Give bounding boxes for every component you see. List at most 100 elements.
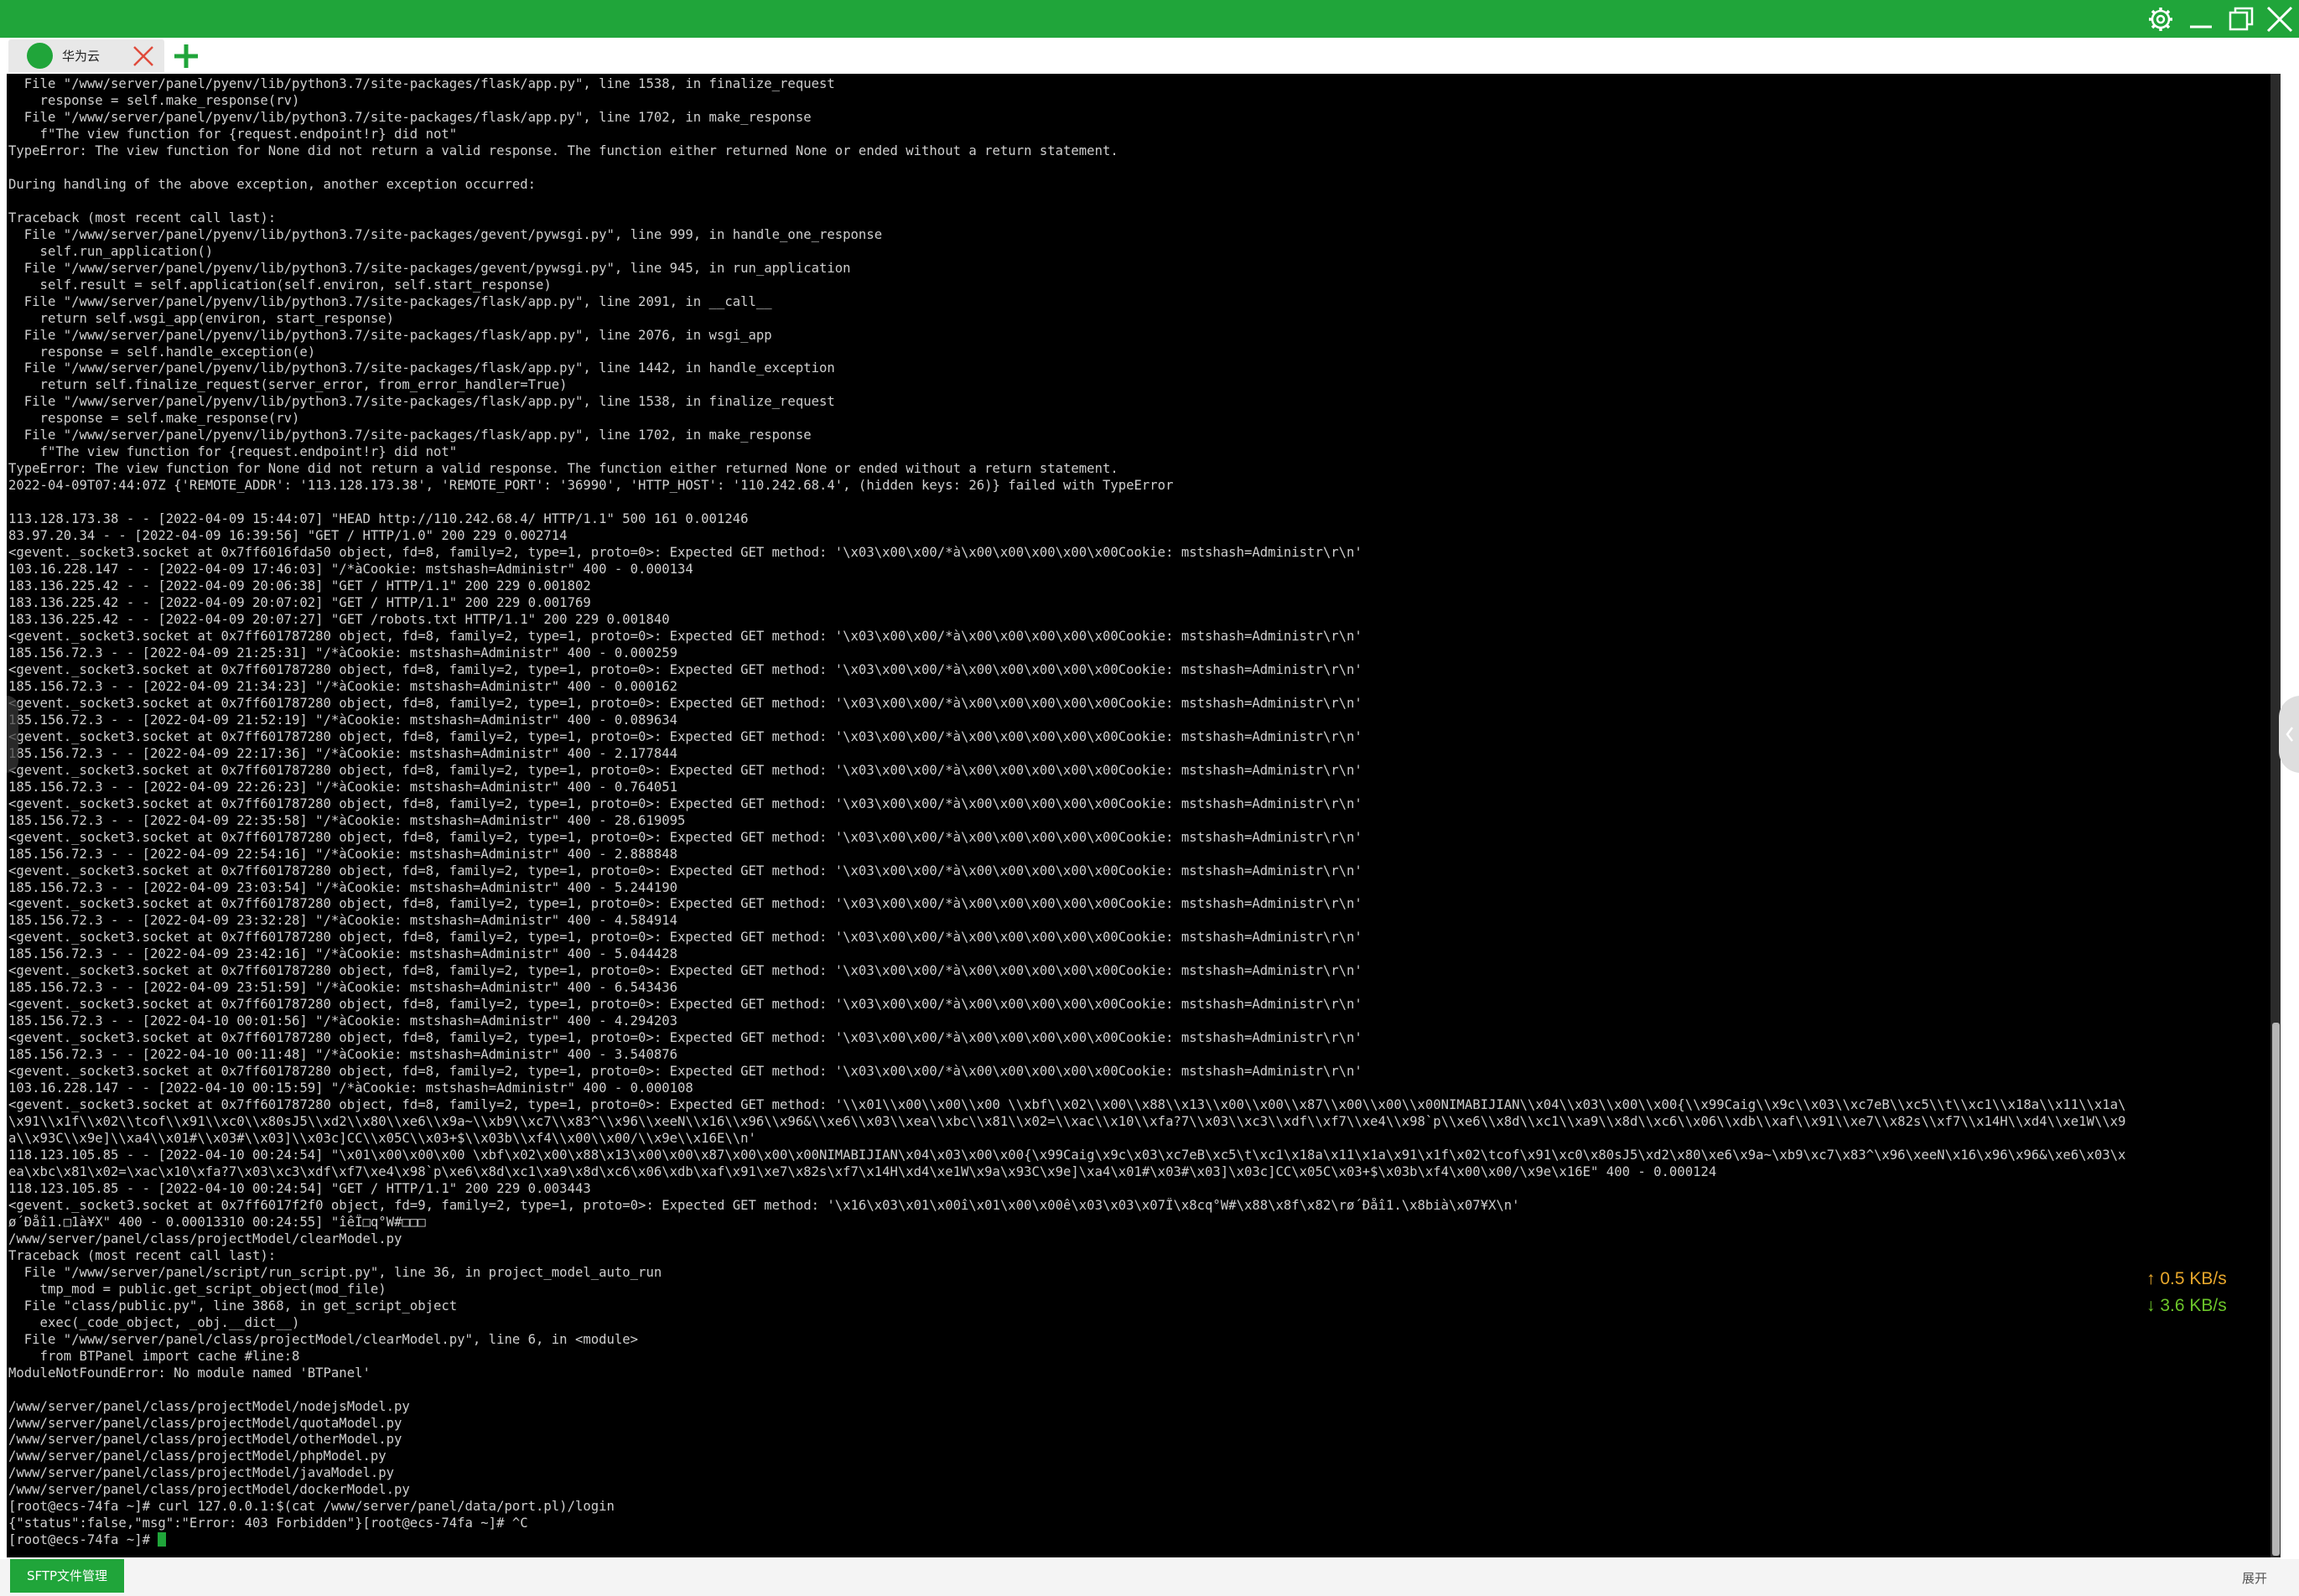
terminal-line: <gevent._socket3.socket at 0x7ff60178728…: [8, 1097, 2126, 1113]
terminal-line: 185.156.72.3 - - [2022-04-10 00:01:56] "…: [8, 1013, 677, 1029]
terminal-line: 185.156.72.3 - - [2022-04-10 00:11:48] "…: [8, 1047, 677, 1063]
terminal-line: 185.156.72.3 - - [2022-04-09 21:25:31] "…: [8, 645, 677, 661]
terminal-line: <gevent._socket3.socket at 0x7ff60178728…: [8, 628, 1362, 644]
terminal-line: <gevent._socket3.socket at 0x7ff60178728…: [8, 930, 1362, 946]
terminal-line: exec(_code_object, _obj.__dict__): [8, 1314, 300, 1330]
terminal-line: File "/www/server/panel/script/run_scrip…: [8, 1264, 662, 1280]
left-panel-toggle[interactable]: [7, 696, 18, 773]
arrow-up-icon: ↑: [2146, 1269, 2156, 1288]
minimize-icon[interactable]: [2187, 5, 2215, 34]
terminal-line: /www/server/panel/class/projectModel/jav…: [8, 1465, 395, 1481]
scrollbar-thumb[interactable]: [2272, 1023, 2280, 1556]
terminal-line: response = self.handle_exception(e): [8, 344, 316, 360]
terminal-line: <gevent._socket3.socket at 0x7ff60178728…: [8, 661, 1362, 677]
expand-button[interactable]: 展开: [2242, 1569, 2267, 1587]
terminal-line: File "/www/server/panel/pyenv/lib/python…: [8, 226, 883, 242]
terminal-line: File "/www/server/panel/pyenv/lib/python…: [8, 109, 812, 125]
terminal-line: 83.97.20.34 - - [2022-04-09 16:39:56] "G…: [8, 528, 568, 544]
terminal-line: f"The view function for {request.endpoin…: [8, 126, 458, 142]
terminal-line: <gevent._socket3.socket at 0x7ff60178728…: [8, 1030, 1362, 1046]
tab-huaweiyun[interactable]: 华为云: [8, 39, 164, 72]
terminal-cursor: [158, 1532, 167, 1547]
terminal-line: <gevent._socket3.socket at 0x7ff60178728…: [8, 795, 1362, 811]
terminal-line: from BTPanel import cache #line:8: [8, 1348, 300, 1364]
plus-icon[interactable]: [171, 41, 201, 71]
server-dot-icon: [27, 43, 53, 69]
terminal-line: TypeError: The view function for None di…: [8, 461, 1118, 477]
terminal-line: File "/www/server/panel/pyenv/lib/python…: [8, 428, 812, 443]
terminal-line: a\\x93C\\x9e]\\xa4\\x01#\\x03#\\x03]\\x0…: [8, 1131, 756, 1147]
terminal-line: 118.123.105.85 - - [2022-04-10 00:24:54]…: [8, 1180, 591, 1196]
sftp-file-manager-button[interactable]: SFTP文件管理: [10, 1559, 124, 1593]
terminal-prompt-line[interactable]: [root@ecs-74fa ~]#: [8, 1532, 2270, 1549]
terminal-line: 2022-04-09T07:44:07Z {'REMOTE_ADDR': '11…: [8, 478, 1174, 494]
terminal-line: File "/www/server/panel/pyenv/lib/python…: [8, 327, 772, 343]
terminal-line: /www/server/panel/class/projectModel/oth…: [8, 1432, 402, 1448]
terminal-line: <gevent._socket3.socket at 0x7ff60178728…: [8, 997, 1362, 1013]
terminal-line: response = self.make_response(rv): [8, 92, 300, 108]
terminal-line: <gevent._socket3.socket at 0x7ff6017f2f0…: [8, 1197, 1520, 1213]
terminal-line: 185.156.72.3 - - [2022-04-09 21:34:23] "…: [8, 678, 677, 694]
terminal-line: [root@ecs-74fa ~]# curl 127.0.0.1:$(cat …: [8, 1499, 615, 1515]
upload-speed-value: 0.5 KB/s: [2160, 1269, 2227, 1288]
terminal-line: 185.156.72.3 - - [2022-04-09 23:51:59] "…: [8, 980, 677, 996]
right-edge: [2281, 74, 2299, 1557]
restore-icon[interactable]: [2227, 5, 2255, 34]
terminal-line: {"status":false,"msg":"Error: 403 Forbid…: [8, 1516, 528, 1531]
terminal-line: File "/www/server/panel/class/projectMod…: [8, 1331, 639, 1347]
terminal-line: 185.156.72.3 - - [2022-04-09 23:42:16] "…: [8, 946, 677, 962]
terminal-line: /www/server/panel/class/projectModel/quo…: [8, 1415, 402, 1431]
terminal-line: TypeError: The view function for None di…: [8, 142, 1118, 158]
bottom-bar: SFTP文件管理 展开: [0, 1559, 2299, 1596]
title-bar: [0, 0, 2299, 38]
tab-close-icon[interactable]: [131, 44, 156, 69]
terminal-line: 183.136.225.42 - - [2022-04-09 20:06:38]…: [8, 578, 591, 594]
terminal-line: tmp_mod = public.get_script_object(mod_f…: [8, 1281, 387, 1297]
terminal-line: File "class/public.py", line 3868, in ge…: [8, 1298, 458, 1314]
terminal-line: ea\xbc\x81\x02=\xac\x10\xfa?7\x03\xc3\xd…: [8, 1163, 1717, 1179]
terminal-line: 185.156.72.3 - - [2022-04-09 21:52:19] "…: [8, 712, 677, 728]
terminal-line: /www/server/panel/class/projectModel/nod…: [8, 1398, 410, 1414]
terminal-line: 185.156.72.3 - - [2022-04-09 22:17:36] "…: [8, 745, 677, 761]
terminal-line: ModuleNotFoundError: No module named 'BT…: [8, 1365, 371, 1381]
terminal-line: f"The view function for {request.endpoin…: [8, 444, 458, 460]
terminal-line: Traceback (most recent call last):: [8, 210, 277, 225]
terminal-line: /www/server/panel/class/projectModel/cle…: [8, 1231, 402, 1246]
terminal-line: return self.finalize_request(server_erro…: [8, 377, 568, 393]
terminal-line: response = self.make_response(rv): [8, 411, 300, 427]
terminal-line: File "/www/server/panel/pyenv/lib/python…: [8, 360, 835, 376]
terminal-line: 103.16.228.147 - - [2022-04-10 00:15:59]…: [8, 1080, 693, 1096]
terminal-line: 183.136.225.42 - - [2022-04-09 20:07:02]…: [8, 595, 591, 611]
terminal-line: Traceback (most recent call last):: [8, 1247, 277, 1263]
terminal-line: 118.123.105.85 - - [2022-04-10 00:24:54]…: [8, 1148, 2126, 1163]
terminal-line: self.run_application(): [8, 243, 214, 259]
terminal-line: <gevent._socket3.socket at 0x7ff60178728…: [8, 863, 1362, 878]
arrow-down-icon: ↓: [2146, 1296, 2156, 1315]
download-speed-value: 3.6 KB/s: [2160, 1296, 2227, 1315]
terminal-line: 113.128.173.38 - - [2022-04-09 15:44:07]…: [8, 511, 749, 527]
download-speed: ↓ 3.6 KB/s: [2146, 1296, 2227, 1316]
terminal-line: <gevent._socket3.socket at 0x7ff60178728…: [8, 829, 1362, 845]
terminal-line: <gevent._socket3.socket at 0x7ff60178728…: [8, 896, 1362, 912]
terminal-line: File "/www/server/panel/pyenv/lib/python…: [8, 293, 772, 309]
gear-icon[interactable]: [2146, 5, 2175, 34]
close-icon[interactable]: [2265, 5, 2294, 34]
terminal-line: <gevent._socket3.socket at 0x7ff6016fda5…: [8, 545, 1362, 561]
tab-label: 华为云: [62, 49, 101, 64]
terminal-line: 185.156.72.3 - - [2022-04-09 22:26:23] "…: [8, 779, 677, 795]
terminal-line: File "/www/server/panel/pyenv/lib/python…: [8, 394, 835, 410]
terminal-line: ø´Ðåî1.□1à¥X" 400 - 0.00013310 00:24:55]…: [8, 1214, 426, 1230]
upload-speed: ↑ 0.5 KB/s: [2146, 1269, 2227, 1289]
terminal-line: 103.16.228.147 - - [2022-04-09 17:46:03]…: [8, 562, 693, 578]
side-panel-toggle[interactable]: [2279, 696, 2299, 773]
terminal-line: <gevent._socket3.socket at 0x7ff60178728…: [8, 728, 1362, 744]
terminal-line: 185.156.72.3 - - [2022-04-09 22:54:16] "…: [8, 846, 677, 862]
terminal-line: <gevent._socket3.socket at 0x7ff60178728…: [8, 762, 1362, 778]
terminal-output[interactable]: File "/www/server/panel/pyenv/lib/python…: [7, 74, 2270, 1557]
terminal-line: 185.156.72.3 - - [2022-04-09 22:35:58] "…: [8, 812, 686, 828]
terminal-line: 185.156.72.3 - - [2022-04-09 23:03:54] "…: [8, 879, 677, 895]
